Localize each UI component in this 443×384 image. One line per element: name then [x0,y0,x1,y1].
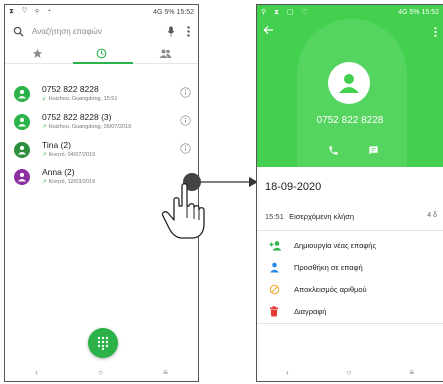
clock-icon [96,48,107,58]
dialpad-icon [97,336,109,350]
add-contact-icon [269,241,282,251]
action-label: Δημιουργία νέας επαφής [294,241,377,250]
call-direction-icon: ↗ [42,179,47,185]
call-type: Εισερχόμενη κλήση [289,212,355,221]
call-meta: ↗ Κινητό, 12/03/2019 [42,179,95,185]
call-log-row[interactable]: Tina (2) ↗ Κινητό, 04/07/2019 [5,135,198,163]
person-icon [17,89,27,99]
avatar[interactable] [14,169,30,185]
navigation-bar: ‹ ○ ≡ [257,363,443,381]
info-icon[interactable] [180,143,191,154]
info-icon[interactable] [180,87,191,98]
back-nav-button[interactable]: ‹ [35,368,38,377]
microphone-icon[interactable] [167,25,175,37]
search-input[interactable]: Αναζήτηση επαφών [32,27,167,36]
call-detail-row: 15:51 Εισερχόμενη κλήση 4 δ [265,212,443,221]
person-icon [17,172,27,182]
action-label: Διαγραφή [294,307,327,316]
back-nav-button[interactable]: ‹ [286,368,289,377]
person-icon [270,262,279,273]
transition-arrow-icon [201,177,258,187]
call-meta-text: Κινητό, 04/07/2019 [48,152,96,158]
status-right: 4G 5% 15:52 [153,8,194,16]
caller-name: 0752 822 8228 (3) [42,112,112,122]
avatar[interactable] [14,142,30,158]
status-bar: ⧗ ♡ ⚲ ◔ 4G 5% 15:52 [5,5,198,19]
call-log-row[interactable]: 0752 822 8228 (3) ↗ Huizhou, Guangdong, 05… [5,107,198,135]
recents-nav-button[interactable]: ≡ [409,368,414,377]
contacts-icon [159,49,172,58]
message-button[interactable] [361,141,385,159]
info-icon[interactable] [180,115,191,126]
status-right: 4G 5% 15:52 [398,8,439,16]
call-time: 15:51 [265,212,284,221]
back-arrow-icon[interactable] [263,25,274,35]
search-bar[interactable]: Αναζήτηση επαφών [5,19,198,43]
call-meta-text: Κινητό, 12/03/2019 [48,179,96,185]
person-icon [17,145,27,155]
active-tab-indicator [73,62,133,64]
call-meta-text: Huizhou, Guangdong, 15:51 [48,96,118,102]
tab-contacts[interactable] [134,43,198,63]
person-icon [339,74,359,93]
status-icons: ⧗ ♡ ⚲ ◔ [9,8,54,15]
divider [257,230,443,231]
avatar[interactable] [14,86,30,102]
more-options-icon[interactable] [187,25,190,37]
caller-name: 0752 822 8228 [42,84,99,94]
divider [257,323,443,324]
status-bar: ⚲ ⧗ ▢ ♡ 4G 5% 15:52 [257,5,443,19]
block-number-action[interactable]: Αποκλεισμός αριθμού [257,280,443,300]
contact-header: ⚲ ⧗ ▢ ♡ 4G 5% 15:52 0752 822 8228 [257,5,443,167]
call-log-row[interactable]: 0752 822 8228 ↙ Huizhou, Guangdong, 15:51 [5,79,198,107]
action-label: Προσθήκη σε επαφή [294,263,363,272]
dialpad-button[interactable] [88,328,118,358]
action-label: Αποκλεισμός αριθμού [294,285,367,294]
search-icon [13,26,24,37]
trash-icon [270,306,278,317]
more-options-icon[interactable] [434,27,437,37]
caller-name: Anna (2) [42,167,75,177]
tab-recents[interactable] [69,43,133,63]
call-button[interactable] [321,141,345,159]
caller-name: Tina (2) [42,140,71,150]
recents-nav-button[interactable]: ≡ [163,368,168,377]
call-direction-icon: ↗ [42,124,47,130]
call-details-screen: ⚲ ⧗ ▢ ♡ 4G 5% 15:52 0752 822 8228 18-09-… [256,4,443,382]
navigation-bar: ‹ ○ ≡ [5,363,198,381]
call-date: 18-09-2020 [265,181,322,193]
create-contact-action[interactable]: Δημιουργία νέας επαφής [257,236,443,256]
delete-action[interactable]: Διαγραφή [257,302,443,322]
tab-bar [5,43,198,64]
phone-icon [328,145,338,155]
contact-number: 0752 822 8228 [316,115,384,126]
message-icon [368,145,378,155]
avatar[interactable] [14,114,30,130]
call-meta-text: Huizhou, Guangdong, 05/07/2019 [48,124,132,130]
call-duration: 4 δ [427,212,437,219]
call-meta: ↙ Huizhou, Guangdong, 15:51 [42,96,117,102]
star-icon [32,48,42,58]
tab-favorites[interactable] [5,43,69,63]
contact-avatar [328,62,370,104]
hand-pointer-icon [161,183,205,239]
status-icons: ⚲ ⧗ ▢ ♡ [261,8,311,16]
call-meta: ↗ Κινητό, 04/07/2019 [42,152,95,158]
call-meta: ↗ Huizhou, Guangdong, 05/07/2019 [42,124,131,130]
person-icon [17,117,27,127]
call-direction-icon: ↗ [42,152,47,158]
home-nav-button[interactable]: ○ [347,368,352,377]
home-nav-button[interactable]: ○ [98,368,103,377]
call-direction-icon: ↙ [42,96,47,102]
block-icon [269,284,280,295]
add-to-contact-action[interactable]: Προσθήκη σε επαφή [257,258,443,278]
